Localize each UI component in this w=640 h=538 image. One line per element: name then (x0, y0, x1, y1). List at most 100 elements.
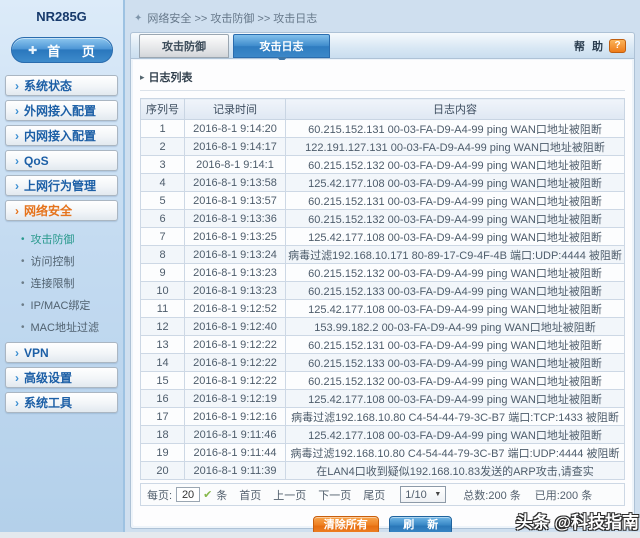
sidebar-item-system-tools[interactable]: ›系统工具 (5, 392, 118, 413)
table-row: 22016-8-1 9:14:17122.191.127.131 00-03-F… (141, 138, 625, 156)
next-page-link[interactable]: 下一页 (318, 487, 351, 503)
cell-content: 122.191.127.131 00-03-FA-D9-A4-99 ping W… (286, 138, 625, 156)
sidebar-subitem-mac-filter[interactable]: • MAC地址过滤 (5, 316, 118, 338)
tab-label: 攻击日志 (260, 38, 304, 54)
prev-page-link[interactable]: 上一页 (273, 487, 306, 503)
sidebar-subitem-label: 连接限制 (31, 275, 75, 291)
home-button-label: 首 页 (47, 41, 104, 60)
help-button[interactable]: 帮 助 ? (574, 38, 626, 54)
sidebar-subitem-connection-limit[interactable]: • 连接限制 (5, 272, 118, 294)
table-row: 152016-8-1 9:12:2260.215.152.132 00-03-F… (141, 372, 625, 390)
cell-content: 60.215.152.133 00-03-FA-D9-A4-99 ping WA… (286, 282, 625, 300)
table-row: 72016-8-1 9:13:25125.42.177.108 00-03-FA… (141, 228, 625, 246)
tab-attack-defense[interactable]: 攻击防御 (139, 34, 229, 58)
table-row: 202016-8-1 9:11:39在LAN4口收到疑似192.168.10.8… (141, 462, 625, 480)
breadcrumb-star-icon: ✦ (134, 13, 142, 24)
bullet-icon: • (21, 322, 25, 333)
sidebar-item-vpn[interactable]: ›VPN (5, 342, 118, 363)
help-question-icon: ? (609, 39, 626, 53)
device-model-title: NR285G (0, 0, 123, 24)
cell-content: 125.42.177.108 00-03-FA-D9-A4-99 ping WA… (286, 390, 625, 408)
table-row: 62016-8-1 9:13:3660.215.152.132 00-03-FA… (141, 210, 625, 228)
table-row: 32016-8-1 9:14:160.215.152.132 00-03-FA-… (141, 156, 625, 174)
sidebar-item-label: QoS (24, 154, 49, 168)
sidebar-subitem-attack-defense[interactable]: •攻击防御 (5, 228, 118, 250)
log-table: 序列号记录时间日志内容 12016-8-1 9:14:2060.215.152.… (140, 98, 625, 480)
sidebar-subitem-label: IP/MAC绑定 (31, 297, 91, 313)
page-select-value: 1/10 (405, 489, 426, 501)
cell-time: 2016-8-1 9:11:46 (185, 426, 286, 444)
log-table-body: 12016-8-1 9:14:2060.215.152.131 00-03-FA… (141, 120, 625, 480)
cell-content: 病毒过滤192.168.10.80 C4-54-44-79-3C-B7 端口:T… (286, 408, 625, 426)
cell-content: 病毒过滤192.168.10.171 80-89-17-C9-4F-4B 端口:… (286, 246, 625, 264)
page-select-dropdown[interactable]: 1/10 ▼ (400, 486, 446, 503)
cell-content: 60.215.152.131 00-03-FA-D9-A4-99 ping WA… (286, 336, 625, 354)
table-row: 192016-8-1 9:11:44病毒过滤192.168.10.80 C4-5… (141, 444, 625, 462)
bullet-icon: • (21, 278, 25, 289)
table-row: 162016-8-1 9:12:19125.42.177.108 00-03-F… (141, 390, 625, 408)
table-row: 112016-8-1 9:12:52125.42.177.108 00-03-F… (141, 300, 625, 318)
tab-bar: 攻击防御 攻击日志 帮 助 ? (131, 33, 634, 59)
cell-content: 125.42.177.108 00-03-FA-D9-A4-99 ping WA… (286, 300, 625, 318)
section-marker-icon: ▸ (140, 72, 145, 83)
column-header: 序列号 (141, 99, 185, 120)
column-header: 日志内容 (286, 99, 625, 120)
chevron-right-icon: › (15, 104, 19, 118)
confirm-check-icon[interactable]: ✔ (203, 488, 212, 501)
sidebar-item-lan-config[interactable]: ›内网接入配置 (5, 125, 118, 146)
sidebar-item-wan-config[interactable]: ›外网接入配置 (5, 100, 118, 121)
cell-index: 15 (141, 372, 185, 390)
sidebar-item-system-status[interactable]: ›系统状态 (5, 75, 118, 96)
cell-content: 125.42.177.108 00-03-FA-D9-A4-99 ping WA… (286, 426, 625, 444)
sidebar-item-label: 高级设置 (24, 369, 72, 386)
cell-time: 2016-8-1 9:12:22 (185, 354, 286, 372)
first-page-link[interactable]: 首页 (239, 487, 261, 503)
sidebar-subitem-label: MAC地址过滤 (31, 319, 99, 335)
used-count: 已用:200 条 (535, 487, 592, 503)
cell-index: 8 (141, 246, 185, 264)
cell-index: 19 (141, 444, 185, 462)
bullet-icon: • (21, 300, 25, 311)
per-page-label: 每页: (147, 487, 172, 503)
sidebar-subitem-access-control[interactable]: •访问控制 (5, 250, 118, 272)
sidebar-item-label: 系统状态 (24, 77, 72, 94)
cell-index: 1 (141, 120, 185, 138)
table-row: 122016-8-1 9:12:40153.99.182.2 00-03-FA-… (141, 318, 625, 336)
sidebar-menu: ›系统状态›外网接入配置›内网接入配置›QoS›上网行为管理›网络安全•攻击防御… (0, 75, 123, 413)
cell-index: 4 (141, 174, 185, 192)
sidebar-item-behavior-mgmt[interactable]: ›上网行为管理 (5, 175, 118, 196)
cell-index: 7 (141, 228, 185, 246)
cell-content: 125.42.177.108 00-03-FA-D9-A4-99 ping WA… (286, 174, 625, 192)
chevron-right-icon: › (15, 371, 19, 385)
chevron-right-icon: › (15, 129, 19, 143)
table-row: 142016-8-1 9:12:2260.215.152.133 00-03-F… (141, 354, 625, 372)
cell-time: 2016-8-1 9:12:19 (185, 390, 286, 408)
cell-time: 2016-8-1 9:12:22 (185, 336, 286, 354)
sidebar-item-network-security[interactable]: ›网络安全 (5, 200, 118, 221)
cell-time: 2016-8-1 9:14:1 (185, 156, 286, 174)
cell-time: 2016-8-1 9:12:16 (185, 408, 286, 426)
tab-attack-log[interactable]: 攻击日志 (233, 34, 330, 58)
cell-time: 2016-8-1 9:12:22 (185, 372, 286, 390)
cell-content: 60.215.152.133 00-03-FA-D9-A4-99 ping WA… (286, 354, 625, 372)
cell-content: 60.215.152.132 00-03-FA-D9-A4-99 ping WA… (286, 264, 625, 282)
per-page-input[interactable] (176, 487, 200, 502)
cell-content: 153.99.182.2 00-03-FA-D9-A4-99 ping WAN口… (286, 318, 625, 336)
home-button[interactable]: ✚ 首 页 (11, 37, 113, 63)
cell-time: 2016-8-1 9:13:24 (185, 246, 286, 264)
table-row: 42016-8-1 9:13:58125.42.177.108 00-03-FA… (141, 174, 625, 192)
table-row: 92016-8-1 9:13:2360.215.152.132 00-03-FA… (141, 264, 625, 282)
cell-content: 病毒过滤192.168.10.80 C4-54-44-79-3C-B7 端口:U… (286, 444, 625, 462)
cell-time: 2016-8-1 9:12:52 (185, 300, 286, 318)
cell-time: 2016-8-1 9:12:40 (185, 318, 286, 336)
sidebar-subitem-ip-mac-binding[interactable]: • IP/MAC绑定 (5, 294, 118, 316)
sidebar-item-label: 网络安全 (24, 202, 72, 219)
table-row: 12016-8-1 9:14:2060.215.152.131 00-03-FA… (141, 120, 625, 138)
sidebar-subitem-label: 访问控制 (31, 253, 75, 269)
cell-index: 5 (141, 192, 185, 210)
help-label: 帮 助 (574, 38, 605, 54)
sidebar-item-qos[interactable]: ›QoS (5, 150, 118, 171)
last-page-link[interactable]: 尾页 (363, 487, 385, 503)
content-box: 攻击防御 攻击日志 帮 助 ? ▸ 日志列表 序列号记录时间日志内容 12016… (130, 32, 635, 529)
sidebar-item-advanced[interactable]: › 高级设置 (5, 367, 118, 388)
